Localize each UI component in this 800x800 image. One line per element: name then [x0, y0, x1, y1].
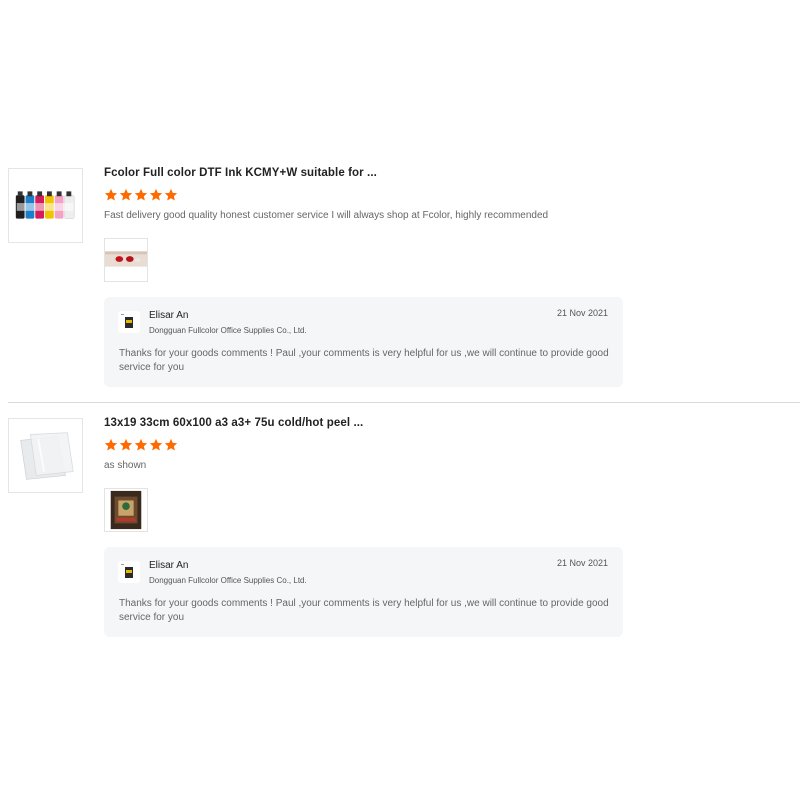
seller-reply: Elisar An Dongguan Fullcolor Office Supp…	[104, 547, 623, 637]
seller-name: Elisar An	[149, 310, 189, 321]
review-divider	[8, 402, 800, 403]
star-icon	[164, 188, 178, 201]
star-icon	[134, 438, 148, 451]
star-icon	[134, 188, 148, 201]
review-comment: as shown	[104, 460, 147, 471]
product-thumbnail[interactable]	[8, 168, 83, 243]
reply-text: Thanks for your goods comments ! Paul ,y…	[119, 598, 609, 623]
printed-transfer-photo	[105, 489, 147, 531]
star-rating	[104, 438, 178, 452]
seller-company: Dongguan Fullcolor Office Supplies Co., …	[149, 576, 307, 585]
seller-avatar-icon	[118, 561, 140, 583]
seller-reply: Elisar An Dongguan Fullcolor Office Supp…	[104, 297, 623, 387]
seller-logo	[118, 561, 140, 583]
reply-date: 21 Nov 2021	[556, 308, 608, 318]
star-icon	[119, 188, 133, 201]
star-icon	[149, 188, 163, 201]
star-icon	[164, 438, 178, 451]
seller-avatar-icon	[118, 311, 140, 333]
reply-date: 21 Nov 2021	[556, 558, 608, 568]
product-title[interactable]: 13x19 33cm 60x100 a3 a3+ 75u cold/hot pe…	[104, 417, 363, 429]
seller-logo	[118, 311, 140, 333]
reply-text: Thanks for your goods comments ! Paul ,y…	[119, 348, 609, 373]
product-title[interactable]: Fcolor Full color DTF Ink KCMY+W suitabl…	[104, 167, 377, 179]
review-photo[interactable]	[104, 488, 148, 532]
transfer-film-image	[9, 419, 82, 492]
star-icon	[104, 438, 118, 451]
seller-company: Dongguan Fullcolor Office Supplies Co., …	[149, 326, 307, 335]
star-icon	[149, 438, 163, 451]
product-thumbnail[interactable]	[8, 418, 83, 493]
review-comment: Fast delivery good quality honest custom…	[104, 210, 549, 221]
star-icon	[104, 188, 118, 201]
star-rating	[104, 188, 178, 202]
review-photo[interactable]	[104, 238, 148, 282]
seller-name: Elisar An	[149, 560, 189, 571]
ink-sample-photo	[105, 239, 147, 281]
star-icon	[119, 438, 133, 451]
ink-bottles-image	[9, 169, 82, 242]
